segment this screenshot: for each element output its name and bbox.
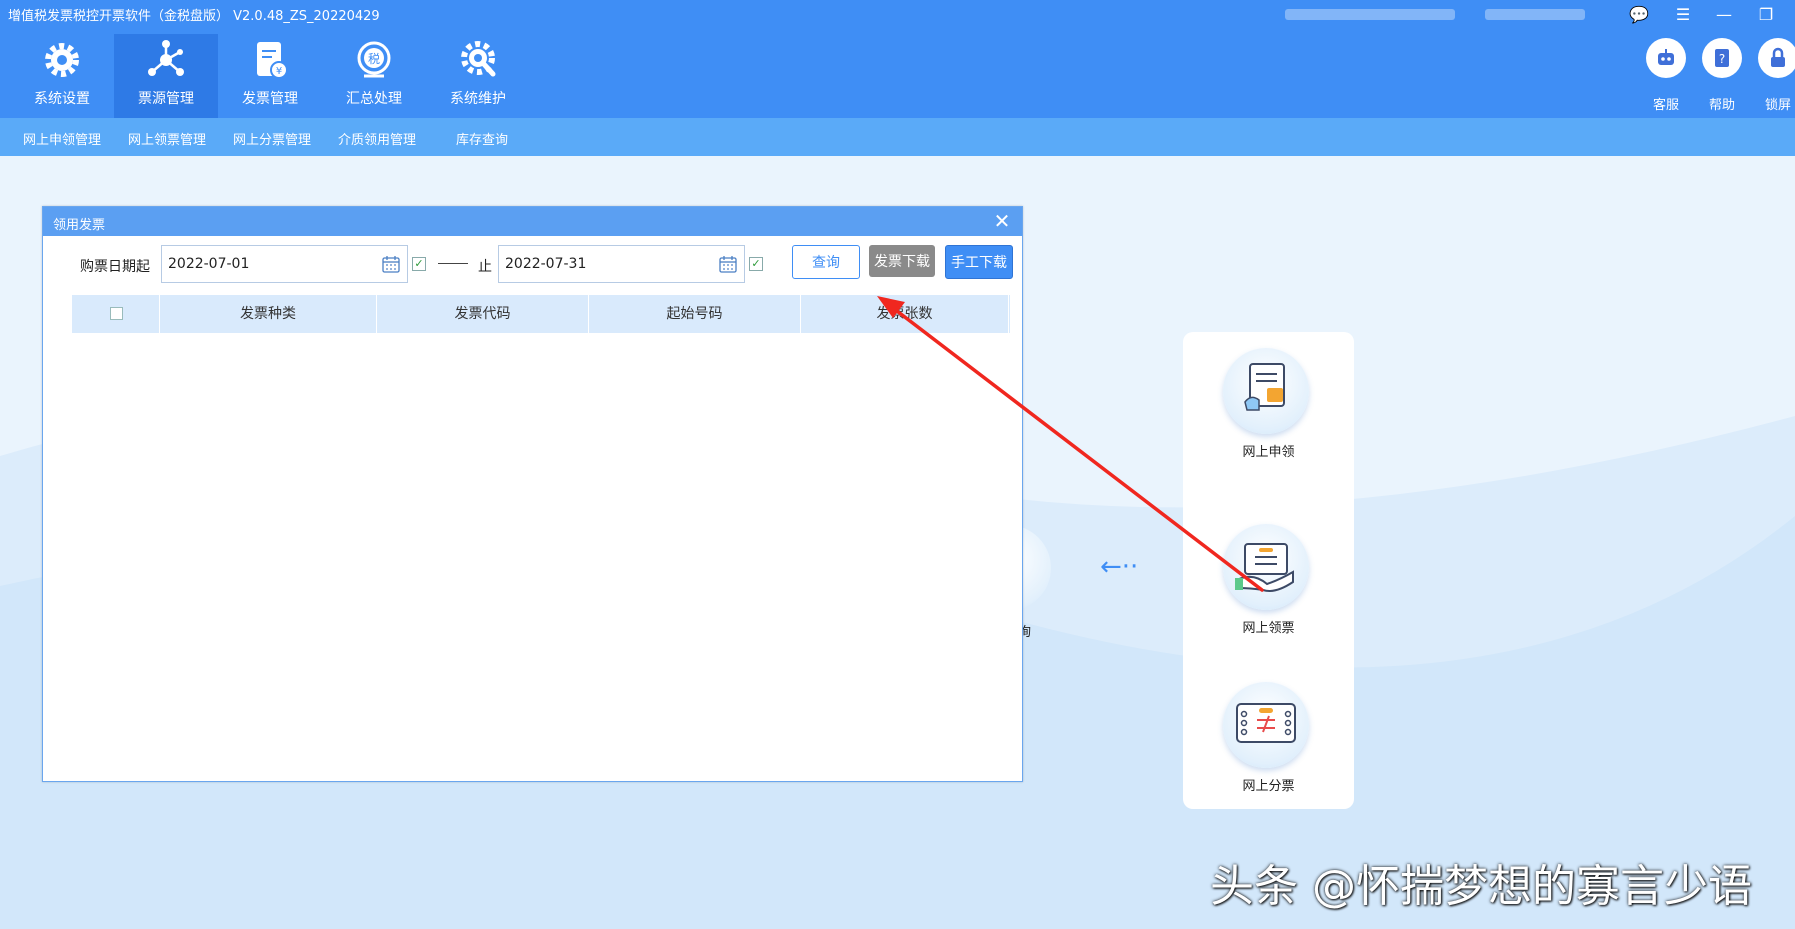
- app-title: 增值税发票税控开票软件（金税盘版） V2.0.48_ZS_20220429: [8, 5, 380, 24]
- invoice-icon: ¥: [250, 38, 290, 82]
- split-icon: [1223, 682, 1309, 768]
- nav-label: 票源管理: [114, 88, 218, 108]
- column-invoice-count[interactable]: 发票张数: [801, 295, 1009, 333]
- table-header: 发票种类 发票代码 起始号码 发票张数: [72, 295, 1010, 333]
- arrow-left-icon: ←··: [1100, 552, 1138, 582]
- nav-label: 汇总处理: [322, 88, 426, 108]
- nav-summary[interactable]: 税 汇总处理: [322, 34, 426, 118]
- nav-ticket-source[interactable]: 票源管理: [114, 34, 218, 118]
- start-date-field[interactable]: 2022-07-01: [161, 245, 408, 283]
- nav-label: 系统维护: [426, 88, 530, 108]
- date-range-dash: [438, 263, 468, 264]
- side-panel: 网上申领 网上领票: [1183, 332, 1354, 809]
- help-button[interactable]: ? 帮助: [1692, 38, 1752, 118]
- end-date-value: 2022-07-31: [505, 256, 586, 272]
- svg-text:税: 税: [368, 52, 380, 66]
- calendar-icon[interactable]: [718, 254, 738, 274]
- gear-icon: [42, 38, 82, 82]
- apply-icon: [1223, 348, 1309, 434]
- side-item-split[interactable]: 网上分票: [1183, 682, 1354, 812]
- svg-text:¥: ¥: [276, 66, 282, 77]
- end-date-field[interactable]: 2022-07-31: [498, 245, 745, 283]
- restore-button[interactable]: ❐: [1752, 2, 1780, 26]
- message-icon[interactable]: 💬: [1625, 2, 1653, 26]
- column-invoice-code[interactable]: 发票代码: [377, 295, 589, 333]
- receive-invoice-dialog: 领用发票 ✕ 购票日期起 2022-07-01 ✓ 止 2022-07-31 ✓…: [42, 206, 1023, 782]
- nav-invoice-management[interactable]: ¥ 发票管理: [218, 34, 322, 118]
- wrench-icon: [458, 38, 498, 82]
- end-date-label: 止: [478, 256, 492, 276]
- tool-label: 帮助: [1692, 94, 1752, 113]
- robot-icon: [1646, 38, 1686, 78]
- nav-system-maintenance[interactable]: 系统维护: [426, 34, 530, 118]
- end-date-checkbox[interactable]: ✓: [749, 257, 763, 271]
- dialog-title: 领用发票: [53, 214, 105, 233]
- select-all-column: [72, 295, 160, 333]
- watermark: 头条 @怀揣梦想的寡言少语: [1210, 850, 1752, 914]
- column-start-number[interactable]: 起始号码: [589, 295, 801, 333]
- dialog-title-bar: 领用发票 ✕: [43, 207, 1022, 236]
- blurred-info: [1285, 9, 1455, 20]
- menu-icon[interactable]: ☰: [1669, 2, 1697, 26]
- lock-icon: [1758, 38, 1795, 78]
- side-item-label: 网上申领: [1183, 441, 1354, 460]
- side-item-label: 网上分票: [1183, 775, 1354, 794]
- nav-system-settings[interactable]: 系统设置: [10, 34, 114, 118]
- nav-label: 系统设置: [10, 88, 114, 108]
- subnav-inventory[interactable]: 库存查询: [456, 129, 508, 148]
- nav-label: 发票管理: [218, 88, 322, 108]
- close-icon[interactable]: ✕: [992, 211, 1012, 231]
- network-icon: [146, 38, 186, 82]
- sub-nav: 网上申领管理 网上领票管理 网上分票管理 介质领用管理 库存查询: [0, 118, 1795, 156]
- invoice-download-button[interactable]: 发票下载: [869, 245, 935, 277]
- query-button[interactable]: 查询: [792, 245, 860, 279]
- top-bar: 增值税发票税控开票软件（金税盘版） V2.0.48_ZS_20220429 💬 …: [0, 0, 1795, 118]
- minimize-button[interactable]: —: [1710, 2, 1738, 26]
- subnav-split[interactable]: 网上分票管理: [233, 129, 311, 148]
- side-item-receive[interactable]: 网上领票: [1183, 524, 1354, 654]
- tool-label: 客服: [1636, 94, 1696, 113]
- start-date-checkbox[interactable]: ✓: [412, 257, 426, 271]
- side-item-label: 网上领票: [1183, 617, 1354, 636]
- subnav-receive[interactable]: 网上领票管理: [128, 129, 206, 148]
- receive-icon: [1223, 524, 1309, 610]
- lock-button[interactable]: 锁屏: [1748, 38, 1795, 118]
- select-all-checkbox[interactable]: [110, 307, 123, 320]
- calendar-icon[interactable]: [381, 254, 401, 274]
- svg-text:?: ?: [1719, 52, 1725, 66]
- blurred-info: [1485, 9, 1585, 20]
- column-invoice-type[interactable]: 发票种类: [160, 295, 377, 333]
- help-icon: ?: [1702, 38, 1742, 78]
- service-button[interactable]: 客服: [1636, 38, 1696, 118]
- side-item-apply[interactable]: 网上申领: [1183, 348, 1354, 478]
- subnav-medium[interactable]: 介质领用管理: [338, 129, 416, 148]
- tool-label: 锁屏: [1748, 94, 1795, 113]
- manual-download-button[interactable]: 手工下载: [945, 245, 1013, 279]
- subnav-apply[interactable]: 网上申领管理: [23, 129, 101, 148]
- purchase-date-label: 购票日期起: [80, 256, 150, 276]
- tax-icon: 税: [354, 38, 394, 82]
- start-date-value: 2022-07-01: [168, 256, 249, 272]
